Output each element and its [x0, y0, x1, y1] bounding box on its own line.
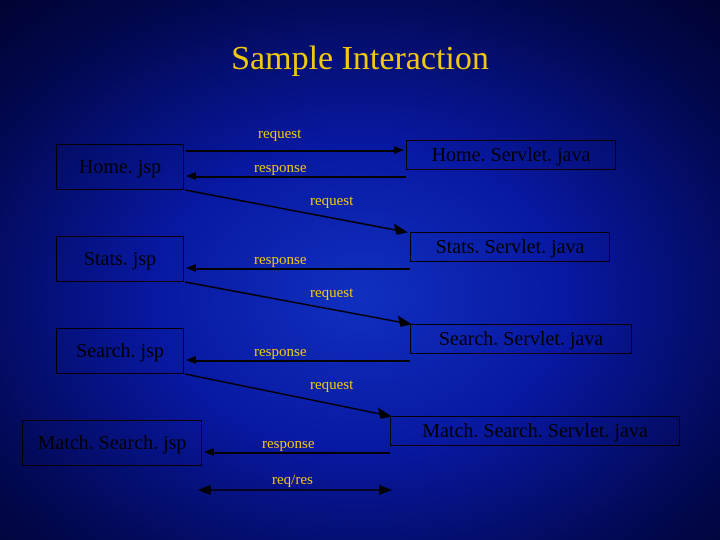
label-request-1: request — [258, 126, 301, 143]
label-response-4: response — [262, 436, 315, 453]
label-response-3: response — [254, 344, 307, 361]
arrow-head-icon — [186, 264, 196, 272]
box-label: Search. Servlet. java — [439, 328, 603, 351]
label-response-1: response — [254, 160, 307, 177]
label-request-diag-1: request — [310, 193, 353, 210]
box-label: Stats. jsp — [84, 248, 156, 271]
box-label: Match. Search. jsp — [38, 432, 187, 455]
label-reqres-bottom: req/res — [272, 472, 313, 489]
box-label: Home. Servlet. java — [432, 144, 591, 167]
label-response-2: response — [254, 252, 307, 269]
label-request-diag-3: request — [310, 377, 353, 394]
arrow-head-icon — [186, 172, 196, 180]
box-label: Search. jsp — [76, 340, 164, 363]
box-match-search-servlet: Match. Search. Servlet. java — [390, 416, 680, 446]
box-home-jsp: Home. jsp — [56, 144, 184, 190]
box-stats-servlet: Stats. Servlet. java — [410, 232, 610, 262]
arrow-head-icon — [186, 356, 196, 364]
arrow-head-icon — [204, 448, 214, 456]
box-label: Stats. Servlet. java — [436, 236, 585, 259]
box-search-servlet: Search. Servlet. java — [410, 324, 632, 354]
box-label: Match. Search. Servlet. java — [422, 420, 647, 443]
arrow-head-icon — [394, 146, 404, 154]
arrow-request-1 — [186, 150, 396, 152]
label-request-diag-2: request — [310, 285, 353, 302]
box-label: Home. jsp — [79, 156, 161, 179]
box-match-search-jsp: Match. Search. jsp — [22, 420, 202, 466]
box-search-jsp: Search. jsp — [56, 328, 184, 374]
slide-title: Sample Interaction — [0, 40, 720, 78]
box-stats-jsp: Stats. jsp — [56, 236, 184, 282]
box-home-servlet: Home. Servlet. java — [406, 140, 616, 170]
